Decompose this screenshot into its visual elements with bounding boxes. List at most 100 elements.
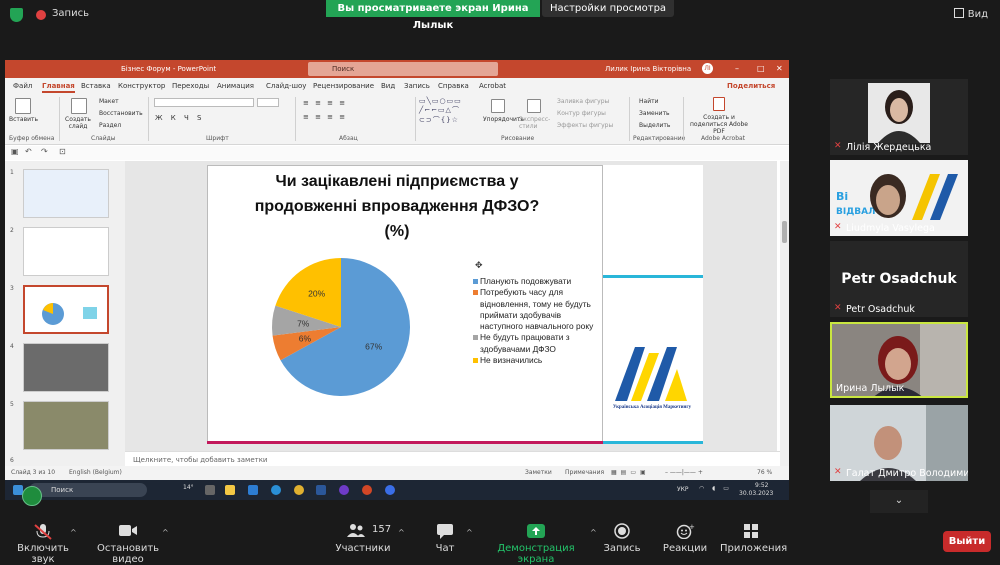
view-settings-button[interactable]: Настройки просмотра [542,0,674,17]
adobe-pdf-icon[interactable] [713,97,725,111]
tab-acrobat[interactable]: Acrobat [479,82,506,90]
align-buttons[interactable]: ≡ ≡ ≡ ≡ [303,113,347,121]
chrome-icon[interactable] [294,485,304,495]
participant-tile-1[interactable]: ✕ Лілія Жердецька [830,79,968,155]
font-style-buttons[interactable]: Ж К Ч S [155,114,204,122]
shape-effects-button[interactable]: Эффекты фигуры [557,122,613,129]
tab-view[interactable]: Вид [381,82,395,90]
undo-icon[interactable]: ↶ [25,147,32,156]
edge-icon[interactable] [271,485,281,495]
chat-chevron-icon[interactable]: ^ [466,528,473,537]
tray-icons[interactable]: ◠ ◖ ▭ [699,485,732,492]
express-styles-icon[interactable] [527,99,541,113]
ppt-search-box[interactable]: Поиск [308,62,498,76]
slide-thumbnail-3[interactable] [23,285,109,334]
zoom-slider[interactable]: – ——|—— + [665,469,703,476]
viber-icon[interactable] [339,485,349,495]
ppt-user-avatar[interactable]: ЛІ [702,63,713,74]
record-button[interactable]: Запись [602,513,642,554]
shape-outline-button[interactable]: Контур фигуры [557,110,606,117]
clock-time[interactable]: 9:52 [755,482,768,489]
font-name-field[interactable] [154,98,254,107]
word-icon[interactable] [316,485,326,495]
unmute-button[interactable]: Включить звук [6,513,80,565]
tab-design[interactable]: Конструктор [118,82,165,90]
participant-tile-2[interactable]: Ві ВІДВАЛ ✕ Liudmyla Vasylega [830,160,968,236]
slide-vertical-scrollbar[interactable] [780,161,789,466]
new-slide-icon[interactable] [71,98,87,114]
zoom-taskbar-icon[interactable] [385,485,395,495]
input-language[interactable]: УКР [677,486,689,493]
maximize-icon[interactable]: □ [757,64,765,73]
ppt-share-button[interactable]: Поделиться [727,82,775,90]
restore-button[interactable]: Восстановить [99,110,143,117]
zoom-level[interactable]: 76 % [757,469,772,476]
powerpoint-taskbar-icon[interactable] [362,485,372,495]
paste-icon[interactable] [15,98,31,114]
legend-label: Планують подовжувати [480,276,572,286]
arrange-icon[interactable] [491,99,505,113]
leave-meeting-button[interactable]: Выйти [943,531,991,552]
tab-file[interactable]: Файл [13,82,32,90]
shape-fill-button[interactable]: Заливка фигуры [557,98,609,105]
paragraph-buttons[interactable]: ≡ ≡ ≡ ≡ [303,99,347,107]
participants-chevron-icon[interactable]: ^ [398,528,405,537]
weather-widget[interactable]: 14° [183,484,194,491]
layout-button[interactable]: Макет [99,98,119,105]
tab-slideshow[interactable]: Слайд-шоу [266,82,306,90]
tab-transitions[interactable]: Переходы [172,82,209,90]
current-slide[interactable]: Чи зацікавлені підприємства у продовженн… [207,165,703,444]
annotate-button[interactable] [22,486,42,506]
tab-home[interactable]: Главная [42,82,75,93]
taskbar-search[interactable]: Поиск [29,483,147,497]
participants-button[interactable]: 157 Участники [332,513,394,554]
find-button[interactable]: Найти [639,98,658,105]
close-icon[interactable]: ✕ [776,64,783,73]
chat-icon [435,523,455,539]
slide-thumbnail-2[interactable] [23,227,109,276]
clock-date[interactable]: 30.03.2023 [739,490,773,497]
tab-insert[interactable]: Вставка [81,82,111,90]
view-button[interactable]: Вид [953,8,988,20]
tab-animation[interactable]: Анимация [217,82,254,90]
scroll-down-chevron-icon[interactable]: ⌄ [870,490,928,514]
language-indicator[interactable]: English (Belgium) [69,469,122,476]
store-icon[interactable] [248,485,258,495]
font-size-field[interactable] [257,98,279,107]
slide-thumbnail-4[interactable] [23,343,109,392]
thumb-number: 5 [10,401,14,408]
tab-review[interactable]: Рецензирование [313,82,374,90]
reactions-button[interactable]: + Реакции [662,513,708,554]
security-shield-icon[interactable] [10,8,23,22]
slide-thumbnail-5[interactable] [23,401,109,450]
present-icon[interactable]: ⊡ [59,147,66,156]
participant-tile-4-active-speaker[interactable]: Ирина Лылык [830,322,968,398]
share-screen-button[interactable]: Демонстрация экрана [484,513,588,565]
comments-toggle[interactable]: Примечания [565,469,604,476]
save-icon[interactable]: ▣ [11,147,19,156]
taskview-icon[interactable] [205,485,215,495]
audio-options-chevron-icon[interactable]: ^ [70,528,77,537]
scrollbar-thumb[interactable] [782,221,787,243]
notes-toggle[interactable]: Заметки [525,469,552,476]
ribbon-separator [683,97,684,141]
apps-button[interactable]: Приложения [720,513,787,554]
select-button[interactable]: Выделить [639,122,670,129]
replace-button[interactable]: Заменить [639,110,670,117]
view-mode-icons[interactable]: ▦▤▭▣ [611,469,650,476]
minimize-icon[interactable]: – [735,64,739,73]
share-options-chevron-icon[interactable]: ^ [590,528,597,537]
participant-tile-3[interactable]: Petr Osadchuk ✕ Petr Osadchuk [830,241,968,317]
slide-thumbnail-1[interactable] [23,169,109,218]
redo-icon[interactable]: ↷ [41,147,48,156]
tab-record[interactable]: Запись [404,82,430,90]
shapes-gallery[interactable]: ▭╲▭○▭▭ ╱⌐⌐▭△⌒ ⊂⊃⌒{}☆ [419,97,462,125]
chat-button[interactable]: Чат [426,513,464,554]
stop-video-button[interactable]: Остановить видео [86,513,170,565]
explorer-icon[interactable] [225,485,235,495]
notes-pane[interactable]: Щелкните, чтобы добавить заметки [125,451,780,466]
section-button[interactable]: Раздел [99,122,121,129]
tab-help[interactable]: Справка [438,82,469,90]
participant-tile-5[interactable]: ✕ Галат Дмитро Володими... [830,405,968,481]
video-options-chevron-icon[interactable]: ^ [162,528,169,537]
